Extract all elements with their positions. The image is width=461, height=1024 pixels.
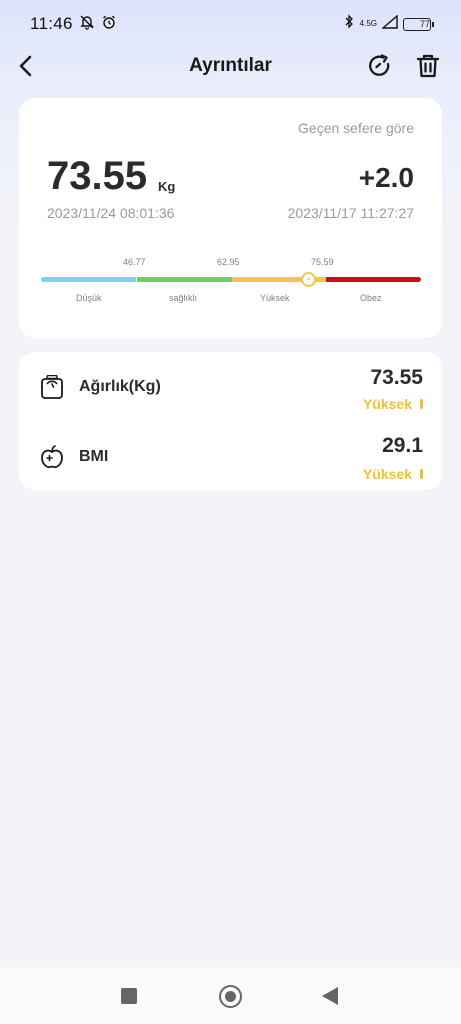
status-time: 11:46 bbox=[30, 14, 73, 33]
metric-value-bmi: 29.1 bbox=[382, 434, 423, 457]
threshold-low: 46.77 bbox=[123, 257, 146, 267]
weight-value: 73.55 bbox=[47, 154, 148, 198]
range-indicator: ≈ bbox=[301, 272, 316, 287]
range-label-healthy: sağlıklı bbox=[169, 293, 198, 303]
range-label-obese: Obez bbox=[360, 293, 382, 303]
range-segment-obese bbox=[326, 277, 421, 282]
alarm-icon bbox=[101, 14, 117, 35]
metric-label-weight: Ağırlık(Kg) bbox=[79, 378, 161, 395]
threshold-high: 75.59 bbox=[311, 257, 334, 267]
range-label-high: Yüksek bbox=[260, 293, 290, 303]
home-icon[interactable] bbox=[219, 985, 242, 1008]
recent-apps-icon[interactable] bbox=[121, 988, 137, 1004]
threshold-healthy: 62.95 bbox=[217, 257, 240, 267]
compare-note: Geçen sefere göre bbox=[298, 120, 414, 136]
delete-button[interactable] bbox=[414, 52, 442, 80]
previous-measure-date: 2023/11/17 11:27:27 bbox=[287, 205, 414, 221]
app-header: Ayrıntılar bbox=[0, 42, 461, 90]
weight-difference: +2.0 bbox=[358, 162, 414, 193]
range-segment-healthy bbox=[137, 277, 232, 282]
metric-status-weight: Yüksek bbox=[362, 396, 412, 412]
battery-indicator: 77 bbox=[403, 17, 434, 31]
scale-icon bbox=[39, 374, 65, 401]
back-icon[interactable] bbox=[322, 987, 338, 1005]
apple-icon bbox=[39, 444, 65, 470]
status-tick bbox=[420, 399, 423, 409]
range-label-low: Düşük bbox=[76, 293, 102, 303]
current-measure-date: 2023/11/24 08:01:36 bbox=[47, 205, 175, 221]
mute-bell-icon bbox=[79, 14, 95, 35]
system-nav-bar bbox=[0, 967, 461, 1024]
metric-status-bmi: Yüksek bbox=[362, 466, 412, 482]
refresh-button[interactable] bbox=[366, 52, 394, 80]
bluetooth-icon bbox=[344, 14, 355, 34]
range-segment-low bbox=[41, 277, 136, 282]
status-tick bbox=[420, 469, 423, 479]
metric-label-bmi: BMI bbox=[79, 448, 109, 465]
metric-row-bmi[interactable]: BMI 29.1 Yüksek bbox=[19, 428, 442, 488]
network-type: 4.5G bbox=[359, 19, 377, 28]
weight-summary-card: Geçen sefere göre 73.55 Kg +2.0 2023/11/… bbox=[19, 98, 442, 338]
weight-unit: Kg bbox=[158, 179, 176, 194]
metrics-card: Ağırlık(Kg) 73.55 Yüksek BMI 29.1 Yüksek bbox=[19, 352, 442, 490]
metric-row-weight[interactable]: Ağırlık(Kg) 73.55 Yüksek bbox=[19, 358, 442, 418]
signal-icon bbox=[381, 14, 398, 34]
status-bar: 11:46 4.5G 77 bbox=[0, 0, 461, 48]
range-bar bbox=[41, 277, 421, 282]
metric-value-weight: 73.55 bbox=[370, 366, 423, 389]
